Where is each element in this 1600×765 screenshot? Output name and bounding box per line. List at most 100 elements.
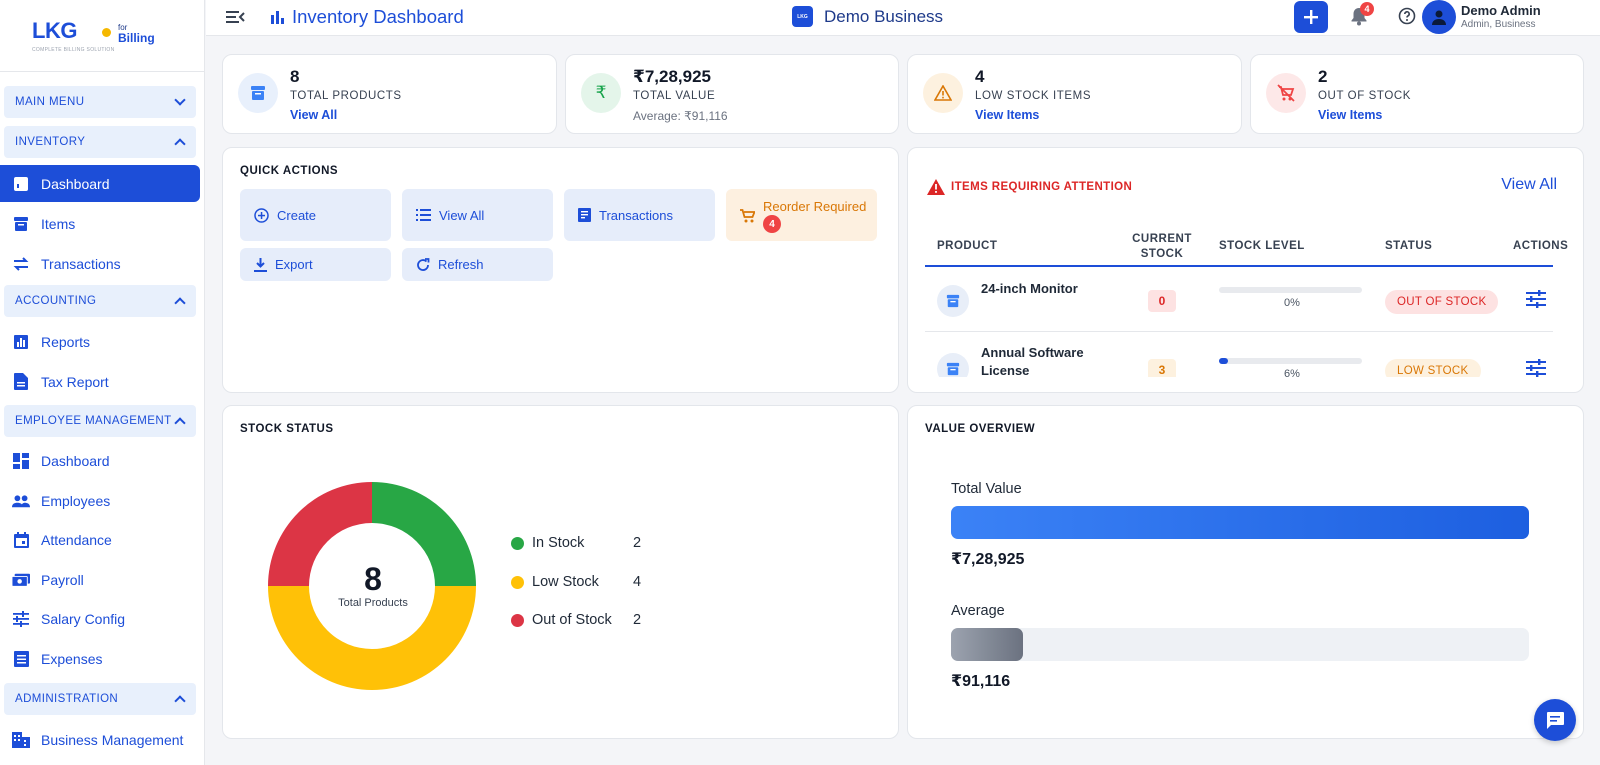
notifications-button[interactable]: 4: [1350, 2, 1374, 31]
sidebar-item-attendance[interactable]: Attendance: [0, 521, 200, 558]
sidebar-item-tax-report[interactable]: Tax Report: [0, 363, 200, 400]
user-role: Admin, Business: [1461, 19, 1536, 30]
stat-value: 8: [290, 67, 300, 86]
sidebar-item-inventory-dashboard[interactable]: Dashboard: [0, 165, 200, 202]
building-icon: [12, 731, 30, 749]
value-overview-card: VALUE OVERVIEW Total Value ₹7,28,925 Ave…: [907, 405, 1584, 739]
attention-card: ITEMS REQUIRING ATTENTION View All PRODU…: [907, 147, 1584, 393]
business-logo: LKG: [792, 6, 813, 27]
export-button[interactable]: Export: [240, 248, 391, 281]
sidebar-item-label: Items: [41, 215, 76, 232]
brand-logo[interactable]: LKG for Billing COMPLETE BILLING SOLUTIO…: [0, 0, 204, 72]
column-header-current-stock: CURRENT STOCK: [1132, 233, 1192, 260]
brand-name: LKG: [32, 18, 77, 43]
notification-count-badge: 4: [1360, 2, 1374, 16]
attention-view-all-link[interactable]: View All: [1501, 176, 1557, 194]
total-value-fill: [951, 506, 1529, 539]
product-name[interactable]: Annual Software License: [981, 344, 1111, 380]
sidebar-item-label: Attendance: [41, 531, 112, 548]
receipt-icon: [578, 208, 591, 222]
average-label: Average: [951, 603, 1005, 619]
table-header-divider: [925, 265, 1553, 267]
business-selector[interactable]: LKG Demo Business: [792, 6, 943, 27]
add-button[interactable]: [1294, 1, 1328, 33]
list-icon: [12, 650, 30, 668]
chat-icon: [1547, 712, 1564, 729]
brand-tagline: COMPLETE BILLING SOLUTION: [32, 47, 115, 53]
view-items-link[interactable]: View Items: [1318, 108, 1382, 122]
stat-average: Average: ₹91,116: [633, 109, 728, 123]
legend-value: 4: [633, 574, 642, 590]
business-name: Demo Business: [824, 6, 944, 26]
menu-collapse-icon[interactable]: [226, 9, 245, 30]
user-icon: [1432, 10, 1446, 25]
adjust-stock-icon[interactable]: [1526, 290, 1546, 313]
people-icon: [12, 492, 30, 510]
section-inventory[interactable]: INVENTORY: [4, 126, 196, 158]
sidebar-item-label: Dashboard: [41, 175, 110, 192]
section-label: INVENTORY: [15, 136, 86, 148]
sidebar-item-expenses[interactable]: Expenses: [0, 640, 200, 677]
section-employee-management[interactable]: EMPLOYEE MANAGEMENT: [4, 405, 196, 437]
chat-button[interactable]: [1534, 699, 1576, 741]
legend-item-in-stock: In Stock 2: [511, 535, 641, 551]
refresh-button[interactable]: Refresh: [402, 248, 553, 281]
quick-actions-card: QUICK ACTIONS Create View All Transactio…: [222, 147, 899, 393]
rupee-icon: ₹: [581, 73, 621, 113]
legend-label: Low Stock: [532, 574, 599, 590]
sidebar-item-business-management[interactable]: Business Management: [0, 721, 200, 758]
sidebar-item-items[interactable]: Items: [0, 205, 200, 242]
section-label: ADMINISTRATION: [15, 693, 119, 705]
stat-value: 2: [1318, 67, 1328, 86]
stat-label: LOW STOCK ITEMS: [975, 90, 1092, 102]
sidebar-item-employee-dashboard[interactable]: Dashboard: [0, 442, 200, 479]
section-main-menu[interactable]: MAIN MENU: [4, 86, 196, 118]
sidebar-item-reports[interactable]: Reports: [0, 323, 200, 360]
average-bar: [951, 628, 1529, 661]
quick-actions-title: QUICK ACTIONS: [240, 165, 339, 177]
product-name[interactable]: 24-inch Monitor: [981, 280, 1078, 298]
sidebar-item-label: Employees: [41, 492, 111, 509]
section-administration[interactable]: ADMINISTRATION: [4, 683, 196, 715]
dashboard-chart-icon: [12, 175, 30, 193]
view-items-link[interactable]: View Items: [975, 108, 1039, 122]
transactions-button[interactable]: Transactions: [564, 189, 715, 241]
stat-value: 4: [975, 67, 985, 86]
view-all-button[interactable]: View All: [402, 189, 553, 241]
column-header-actions: ACTIONS: [1513, 240, 1569, 252]
archive-icon: [238, 73, 278, 113]
archive-icon: [937, 285, 969, 317]
sidebar: LKG for Billing COMPLETE BILLING SOLUTIO…: [0, 0, 205, 765]
button-label: Export: [275, 257, 313, 272]
sliders-icon: [12, 610, 30, 628]
section-label: MAIN MENU: [15, 96, 85, 108]
sidebar-item-payroll[interactable]: Payroll: [0, 561, 200, 598]
reorder-count-badge: 4: [763, 215, 781, 233]
calendar-icon: [12, 531, 30, 549]
help-button[interactable]: [1398, 7, 1416, 30]
reorder-required-button[interactable]: Reorder Required 4: [726, 189, 877, 241]
chevron-down-icon: [174, 94, 186, 106]
legend-label: In Stock: [532, 535, 585, 551]
section-label: ACCOUNTING: [15, 295, 97, 307]
create-button[interactable]: Create: [240, 189, 391, 241]
swap-arrows-icon: [12, 255, 30, 273]
avatar[interactable]: [1422, 0, 1456, 34]
section-accounting[interactable]: ACCOUNTING: [4, 285, 196, 317]
sidebar-item-employees[interactable]: Employees: [0, 482, 200, 519]
legend-value: 2: [633, 535, 642, 551]
legend-label: Out of Stock: [532, 612, 612, 628]
total-value-bar: [951, 506, 1529, 539]
sidebar-item-salary-config[interactable]: Salary Config: [0, 600, 200, 637]
current-stock-value: 0: [1148, 290, 1176, 312]
money-icon: [12, 571, 30, 589]
sidebar-item-transactions[interactable]: Transactions: [0, 245, 200, 282]
attention-title: ITEMS REQUIRING ATTENTION: [927, 179, 1132, 195]
legend-item-low-stock: Low Stock 4: [511, 574, 641, 590]
sidebar-item-label: Salary Config: [41, 610, 126, 627]
sidebar-item-label: Business Management: [41, 731, 184, 748]
view-all-link[interactable]: View All: [290, 108, 337, 122]
stock-level-percent: 0%: [1284, 297, 1300, 309]
value-overview-title: VALUE OVERVIEW: [925, 423, 1036, 435]
button-label: Reorder Required: [763, 199, 867, 214]
